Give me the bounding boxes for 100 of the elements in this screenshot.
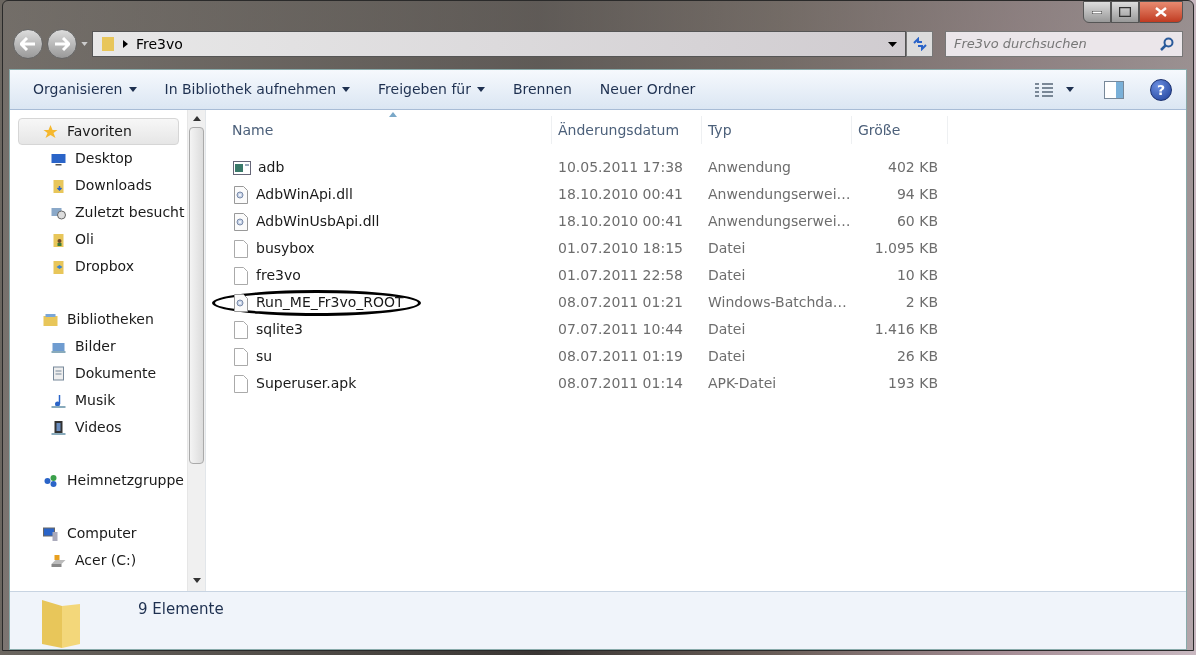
toolbar-button[interactable]: Brennen	[503, 75, 581, 104]
toolbar-button[interactable]: Organisieren	[24, 75, 146, 104]
scrollbar-thumb[interactable]	[189, 127, 204, 464]
forward-button[interactable]	[47, 29, 77, 59]
caret-icon	[128, 87, 137, 92]
table-cell-text: Datei	[707, 266, 747, 285]
caret-icon	[342, 87, 351, 92]
help-button[interactable]: ?	[1150, 78, 1172, 101]
column-header[interactable]: Größe	[852, 116, 948, 144]
blank-document-icon	[233, 374, 249, 393]
sidebar-item[interactable]: Bibliotheken	[10, 306, 187, 333]
address-bar[interactable]: Fre3vo	[92, 31, 906, 57]
table-cell-text: 60 KB	[895, 212, 939, 231]
table-cell-text: 08.07.2011 01:14	[557, 374, 684, 393]
homegroup-icon	[42, 472, 59, 489]
refresh-button[interactable]	[906, 31, 933, 57]
sidebar-item[interactable]: Acer (C:)	[10, 547, 187, 574]
table-cell-text: Windows-Batchda…	[707, 293, 848, 312]
search-icon	[1160, 37, 1174, 51]
sidebar-item[interactable]: Oli	[10, 226, 187, 253]
table-cell-text: Datei	[707, 320, 747, 339]
file-name[interactable]: su	[256, 346, 273, 367]
minimize-button[interactable]	[1083, 1, 1111, 23]
maximize-icon	[1119, 7, 1131, 17]
sidebar-item[interactable]: Computer	[10, 520, 187, 547]
file-name[interactable]: AdbWinApi.dll	[256, 184, 353, 205]
sidebar-item[interactable]: Downloads	[10, 172, 187, 199]
search-input[interactable]: Fre3vo durchsuchen	[954, 34, 1160, 54]
table-cell-text: 01.07.2010 18:15	[557, 239, 684, 258]
folder-icon	[101, 36, 115, 52]
file-name[interactable]: fre3vo	[256, 265, 301, 286]
film-icon	[50, 419, 67, 436]
sidebar-item[interactable]: Dropbox	[10, 253, 187, 280]
back-arrow-icon	[20, 37, 36, 51]
sidebar-item[interactable]: Zuletzt besucht	[10, 199, 187, 226]
table-cell-text: Anwendungserwei…	[707, 185, 852, 204]
forward-arrow-icon	[54, 37, 70, 51]
file-name[interactable]: adb	[258, 157, 285, 178]
scrollbar[interactable]	[187, 110, 205, 591]
caret-icon	[1066, 87, 1074, 92]
table-cell-text: 1.095 KB	[873, 239, 939, 258]
close-button[interactable]	[1139, 1, 1183, 23]
document-icon	[50, 365, 67, 382]
caret-icon	[888, 41, 897, 47]
sidebar-item[interactable]: Desktop	[10, 145, 187, 172]
sidebar-item[interactable]: Musik	[10, 387, 187, 414]
blank-document-icon	[233, 347, 249, 366]
table-cell-text: 01.07.2011 22:58	[557, 266, 684, 285]
library-icon	[42, 311, 59, 328]
back-button[interactable]	[13, 29, 43, 59]
table-cell-text: 26 KB	[895, 347, 939, 366]
table-cell-text: 07.07.2011 10:44	[557, 320, 684, 339]
drive-icon	[50, 552, 67, 569]
table-cell-text: 2 KB	[904, 293, 939, 312]
gear-document-icon	[233, 212, 249, 231]
item-count: 9 Elemente	[138, 599, 224, 620]
music-note-icon	[50, 392, 67, 409]
gear-document-icon	[233, 185, 249, 204]
table-cell-text: Datei	[707, 347, 747, 366]
table-cell-text: APK-Datei	[707, 374, 778, 393]
sidebar-item[interactable]: Heimnetzgruppe	[10, 467, 187, 494]
maximize-button[interactable]	[1111, 1, 1139, 23]
caret-icon	[476, 87, 485, 92]
sidebar-item[interactable]: Dokumente	[10, 360, 187, 387]
toolbar-button[interactable]: Neuer Ordner	[590, 75, 705, 104]
table-cell-text: 94 KB	[895, 185, 939, 204]
scroll-down-icon	[192, 578, 201, 583]
toolbar-button[interactable]: In Bibliothek aufnehmen	[155, 75, 360, 104]
file-name[interactable]: AdbWinUsbApi.dll	[256, 211, 380, 232]
application-window-icon	[233, 159, 251, 176]
blank-document-icon	[233, 320, 249, 339]
minimize-icon	[1092, 10, 1102, 14]
sidebar-item[interactable]: Favoriten	[18, 118, 179, 145]
search-field[interactable]: Fre3vo durchsuchen	[945, 31, 1183, 57]
toolbar-button[interactable]: Freigeben für	[369, 75, 494, 104]
column-header[interactable]: Typ	[702, 116, 852, 144]
table-cell-text: 08.07.2011 01:19	[557, 347, 684, 366]
table-cell-text: 1.416 KB	[873, 320, 939, 339]
gear-document-icon	[233, 293, 249, 312]
table-cell-text: 10.05.2011 17:38	[557, 158, 684, 177]
blank-document-icon	[233, 239, 249, 258]
table-cell-text: 08.07.2011 01:21	[557, 293, 684, 312]
file-name[interactable]: busybox	[256, 238, 315, 259]
sort-arrow-icon	[388, 112, 397, 117]
star-icon	[42, 123, 59, 140]
preview-pane-icon	[1104, 80, 1124, 99]
address-path: Fre3vo	[136, 34, 184, 54]
caret-icon	[81, 42, 88, 46]
table-cell-text: Datei	[707, 239, 747, 258]
chevron-right-icon	[123, 40, 128, 48]
sidebar-item[interactable]: Bilder	[10, 333, 187, 360]
blank-document-icon	[233, 266, 249, 285]
file-name[interactable]: sqlite3	[256, 319, 303, 340]
column-header[interactable]: Name	[226, 116, 552, 144]
sidebar-item[interactable]: Videos	[10, 414, 187, 441]
file-name[interactable]: Run_ME_Fr3vo_ROOT	[256, 292, 404, 313]
file-name[interactable]: Superuser.apk	[256, 373, 357, 394]
table-cell-text: Anwendung	[707, 158, 792, 177]
column-header[interactable]: Änderungsdatum	[552, 116, 702, 144]
details-view-icon	[1034, 81, 1054, 98]
